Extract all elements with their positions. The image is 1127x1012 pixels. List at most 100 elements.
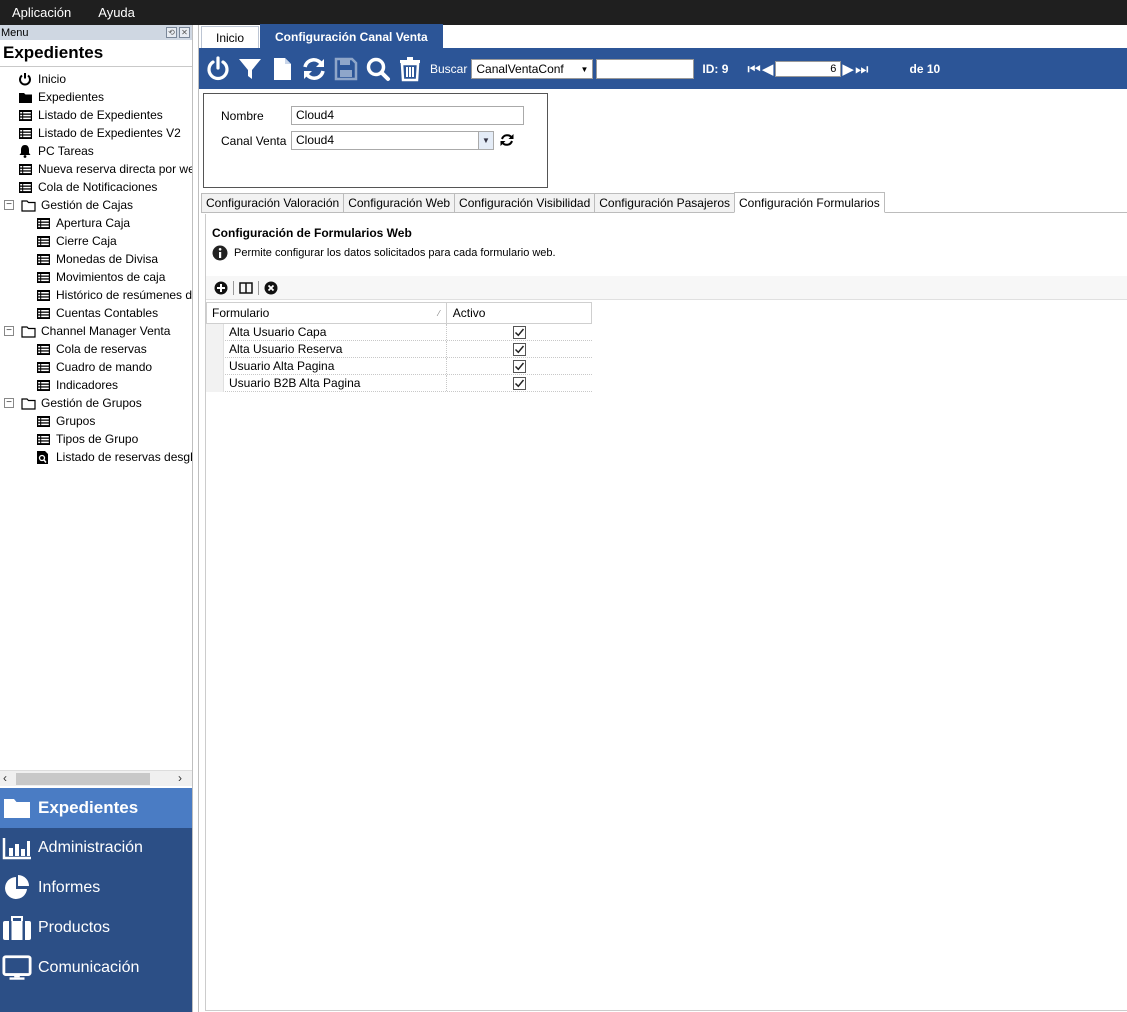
reload-icon[interactable]	[499, 132, 515, 151]
tab-configuracion-valoracion[interactable]: Configuración Valoración	[201, 193, 345, 212]
tree-item[interactable]: Cuadro de mando	[35, 358, 152, 376]
tree-item[interactable]: Listado de Expedientes V2	[17, 124, 181, 142]
row-selector[interactable]	[206, 340, 224, 358]
new-document-icon[interactable]	[268, 55, 296, 83]
tree-item[interactable]: Expedientes	[17, 88, 104, 106]
tree-item[interactable]: Histórico de resúmenes d	[35, 286, 192, 304]
prev-record-icon[interactable]: ◀	[762, 60, 774, 78]
tree-item[interactable]: Apertura Caja	[35, 214, 130, 232]
nombre-input[interactable]: Cloud4	[291, 106, 524, 125]
tree-item[interactable]: Monedas de Divisa	[35, 250, 158, 268]
collapse-icon[interactable]: −	[4, 326, 14, 336]
table-row[interactable]: Alta Usuario Reserva	[206, 340, 592, 358]
tree-item[interactable]: Cola de Notificaciones	[17, 178, 157, 196]
scrollbar-thumb[interactable]	[16, 773, 150, 785]
menu-aplicacion[interactable]: Aplicación	[0, 5, 86, 20]
column-header-formulario[interactable]: Formulario ⁄	[207, 303, 447, 323]
tree-item[interactable]: Listado de Expedientes	[17, 106, 163, 124]
tree-item[interactable]: − Channel Manager Venta	[4, 322, 170, 340]
tab-configuracion-canal-venta[interactable]: Configuración Canal Venta	[260, 24, 443, 48]
remove-icon[interactable]	[263, 280, 279, 296]
tab-configuracion-visibilidad[interactable]: Configuración Visibilidad	[454, 193, 596, 212]
pin-icon[interactable]: ⟲	[166, 27, 177, 38]
add-icon[interactable]	[213, 280, 229, 296]
nav-item[interactable]: Administración	[0, 828, 192, 868]
nav-item[interactable]: Informes	[0, 868, 192, 908]
list-icon	[35, 378, 51, 392]
nav-item[interactable]: Expedientes	[0, 788, 192, 828]
activo-checkbox[interactable]	[513, 376, 526, 390]
dropdown-arrow-icon[interactable]: ▼	[478, 132, 493, 149]
tab-inicio[interactable]: Inicio	[201, 26, 260, 48]
buscar-input[interactable]	[596, 59, 695, 79]
filter-icon[interactable]	[236, 55, 264, 83]
first-record-icon[interactable]: ⏮	[747, 61, 761, 78]
tree-item[interactable]: Inicio	[17, 70, 66, 88]
formulario-label: Usuario B2B Alta Pagina	[229, 376, 361, 390]
column-header-activo[interactable]: Activo	[447, 303, 591, 323]
list-icon	[35, 234, 51, 248]
record-position-input[interactable]: 6	[775, 61, 842, 77]
search-icon[interactable]	[364, 55, 392, 83]
row-selector[interactable]	[206, 323, 224, 341]
menu-ayuda[interactable]: Ayuda	[86, 5, 150, 20]
next-record-icon[interactable]: ▶	[842, 60, 854, 78]
row-selector[interactable]	[206, 374, 224, 392]
row-selector[interactable]	[206, 357, 224, 375]
toolbar-separator	[258, 280, 259, 295]
horizontal-scrollbar[interactable]: ‹ ›	[0, 770, 192, 786]
tree-item[interactable]: Nueva reserva directa por we	[17, 160, 192, 178]
power-icon[interactable]	[204, 55, 232, 83]
nav-item[interactable]: Comunicación	[0, 948, 192, 988]
dropdown-arrow-icon: ▼	[580, 64, 589, 74]
table-row[interactable]: Usuario Alta Pagina	[206, 357, 592, 375]
tree-item[interactable]: − Gestión de Cajas	[4, 196, 133, 214]
tree-item-label: Listado de Expedientes V2	[38, 126, 181, 140]
collapse-icon[interactable]: −	[4, 200, 14, 210]
activo-checkbox[interactable]	[513, 325, 526, 339]
tree-item[interactable]: Cola de reservas	[35, 340, 147, 358]
tree-item[interactable]: Cuentas Contables	[35, 304, 158, 322]
formulario-cell[interactable]: Alta Usuario Capa	[206, 323, 447, 341]
panel-title: Expedientes	[0, 40, 192, 67]
activo-checkbox[interactable]	[513, 342, 526, 356]
folder-icon	[2, 794, 32, 822]
tree-item-label: Gestión de Grupos	[41, 396, 142, 410]
activo-checkbox[interactable]	[513, 359, 526, 373]
panel-splitter[interactable]	[192, 25, 199, 1012]
trash-icon[interactable]	[396, 55, 424, 83]
refresh-icon[interactable]	[300, 55, 328, 83]
tab-configuracion-pasajeros[interactable]: Configuración Pasajeros	[594, 193, 735, 212]
tree-item[interactable]: Grupos	[35, 412, 95, 430]
collapse-icon[interactable]: −	[4, 398, 14, 408]
tree-item[interactable]: PC Tareas	[17, 142, 94, 160]
buscar-select[interactable]: CanalVentaConf ▼	[471, 59, 594, 79]
close-icon[interactable]: ✕	[179, 27, 190, 38]
tab-configuracion-web[interactable]: Configuración Web	[343, 193, 456, 212]
canal-venta-combo[interactable]: Cloud4 ▼	[291, 131, 494, 150]
tree-item[interactable]: Tipos de Grupo	[35, 430, 138, 448]
activo-cell	[447, 375, 592, 391]
tab-configuracion-formularios[interactable]: Configuración Formularios	[734, 192, 885, 213]
folder-outline-icon	[20, 198, 36, 212]
toolbar: Buscar CanalVentaConf ▼ ID: 9 ⏮ ◀ 6 ▶ ⏭ …	[199, 49, 1127, 89]
last-record-icon[interactable]: ⏭	[855, 61, 869, 78]
save-icon[interactable]	[332, 55, 360, 83]
scroll-right-icon[interactable]: ›	[178, 771, 182, 786]
tree-item[interactable]: Indicadores	[35, 376, 118, 394]
formulario-cell[interactable]: Usuario B2B Alta Pagina	[206, 374, 447, 392]
scroll-left-icon[interactable]: ‹	[3, 771, 7, 786]
tree-item[interactable]: Movimientos de caja	[35, 268, 165, 286]
tree-item[interactable]: Listado de reservas desgl	[35, 448, 192, 466]
nav-item[interactable]: Productos	[0, 908, 192, 948]
columns-icon[interactable]	[238, 280, 254, 296]
list-icon	[17, 108, 33, 122]
tree-item[interactable]: Cierre Caja	[35, 232, 117, 250]
formulario-cell[interactable]: Alta Usuario Reserva	[206, 340, 447, 358]
table-row[interactable]: Usuario B2B Alta Pagina	[206, 374, 592, 392]
folder-icon	[17, 90, 33, 104]
table-row[interactable]: Alta Usuario Capa	[206, 323, 592, 341]
list-icon	[17, 180, 33, 194]
formulario-cell[interactable]: Usuario Alta Pagina	[206, 357, 447, 375]
tree-item[interactable]: − Gestión de Grupos	[4, 394, 142, 412]
